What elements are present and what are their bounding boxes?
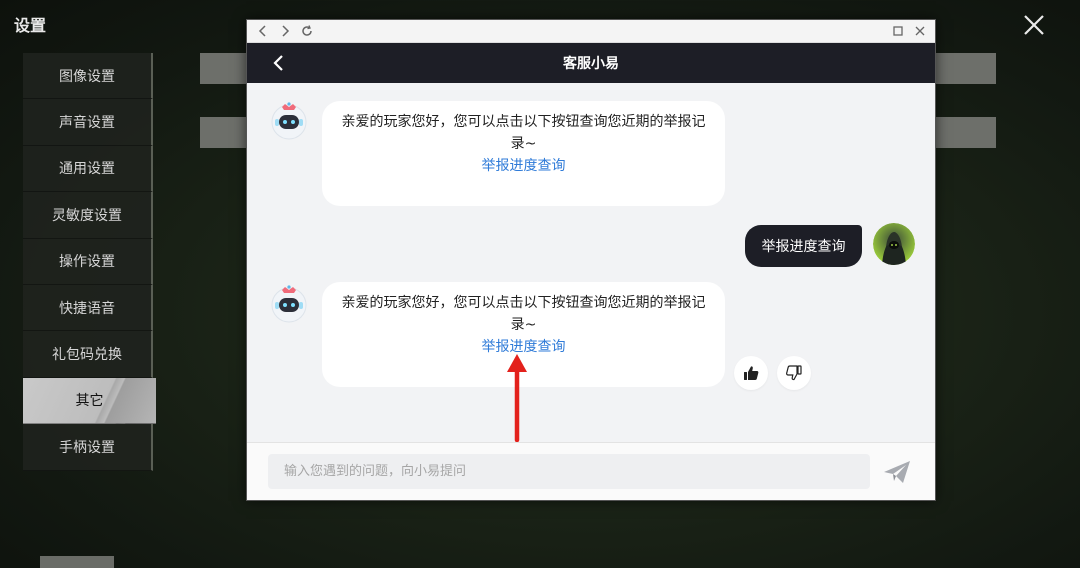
bot-avatar-icon bbox=[271, 102, 307, 140]
user-avatar bbox=[873, 223, 915, 265]
browser-toolbar bbox=[247, 20, 935, 43]
back-nav-icon[interactable] bbox=[255, 23, 271, 39]
side-item-graphics[interactable]: 图像设置 bbox=[23, 53, 153, 100]
side-item-sensitivity[interactable]: 灵敏度设置 bbox=[23, 192, 153, 239]
chat-header: 客服小易 bbox=[247, 43, 935, 83]
side-item-label: 其它 bbox=[75, 393, 104, 410]
page-title: 设置 bbox=[14, 16, 47, 35]
side-item-gamepad[interactable]: 手柄设置 bbox=[23, 424, 153, 471]
bot-message-text: 亲爱的玩家您好，您可以点击以下按钮查询您近期的举报记录~ bbox=[341, 114, 706, 152]
bot-message-text: 亲爱的玩家您好，您可以点击以下按钮查询您近期的举报记录~ bbox=[341, 295, 706, 333]
maximize-icon[interactable] bbox=[890, 23, 906, 39]
thumbs-up-icon bbox=[744, 366, 759, 380]
forward-nav-icon[interactable] bbox=[277, 23, 293, 39]
side-item-label: 图像设置 bbox=[59, 68, 115, 85]
side-item-gift-code[interactable]: 礼包码兑换 bbox=[23, 331, 153, 378]
customer-service-window: 客服小易 亲爱的玩家您好，您可以点击以下按钮查询您近期的举报记录~ 举报进度查询… bbox=[246, 19, 936, 501]
side-item-label: 礼包码兑换 bbox=[52, 347, 122, 364]
side-item-sound[interactable]: 声音设置 bbox=[23, 99, 153, 146]
close-icon[interactable] bbox=[1017, 8, 1051, 42]
refresh-icon[interactable] bbox=[299, 23, 315, 39]
background-bar bbox=[200, 53, 246, 84]
side-item-label: 手柄设置 bbox=[59, 439, 115, 456]
side-item-controls[interactable]: 操作设置 bbox=[23, 238, 153, 285]
back-arrow-icon[interactable] bbox=[269, 53, 289, 73]
question-input[interactable] bbox=[268, 454, 870, 489]
annotation-arrow-icon bbox=[507, 354, 527, 442]
thumbs-down-icon bbox=[786, 365, 802, 381]
side-item-label: 操作设置 bbox=[59, 254, 115, 271]
background-bar bbox=[936, 117, 996, 148]
side-item-label: 声音设置 bbox=[59, 115, 115, 132]
background-bar bbox=[936, 53, 996, 84]
side-item-label: 快捷语音 bbox=[59, 300, 115, 317]
dislike-button[interactable] bbox=[777, 356, 811, 390]
user-message-bubble: 举报进度查询 bbox=[745, 225, 862, 267]
chat-input-bar bbox=[247, 442, 935, 500]
report-progress-link[interactable]: 举报进度查询 bbox=[482, 155, 566, 177]
side-item-quick-voice[interactable]: 快捷语音 bbox=[23, 284, 153, 332]
like-button[interactable] bbox=[734, 356, 768, 390]
side-item-label: 灵敏度设置 bbox=[52, 207, 122, 224]
chat-message-list: 亲爱的玩家您好，您可以点击以下按钮查询您近期的举报记录~ 举报进度查询 举报进度… bbox=[247, 83, 935, 442]
side-item-general[interactable]: 通用设置 bbox=[23, 145, 153, 193]
background-bar bbox=[200, 117, 246, 148]
background-bar bbox=[40, 556, 114, 568]
send-icon[interactable] bbox=[882, 459, 912, 485]
bot-message-bubble: 亲爱的玩家您好，您可以点击以下按钮查询您近期的举报记录~ 举报进度查询 bbox=[322, 101, 725, 206]
settings-side-menu: 图像设置 声音设置 通用设置 灵敏度设置 操作设置 快捷语音 礼包码兑换 其它 … bbox=[23, 53, 156, 471]
chat-title: 客服小易 bbox=[563, 56, 619, 72]
side-item-other[interactable]: 其它 bbox=[23, 377, 156, 425]
side-item-label: 通用设置 bbox=[59, 161, 115, 178]
window-close-icon[interactable] bbox=[912, 23, 928, 39]
bot-avatar-icon bbox=[271, 285, 307, 323]
